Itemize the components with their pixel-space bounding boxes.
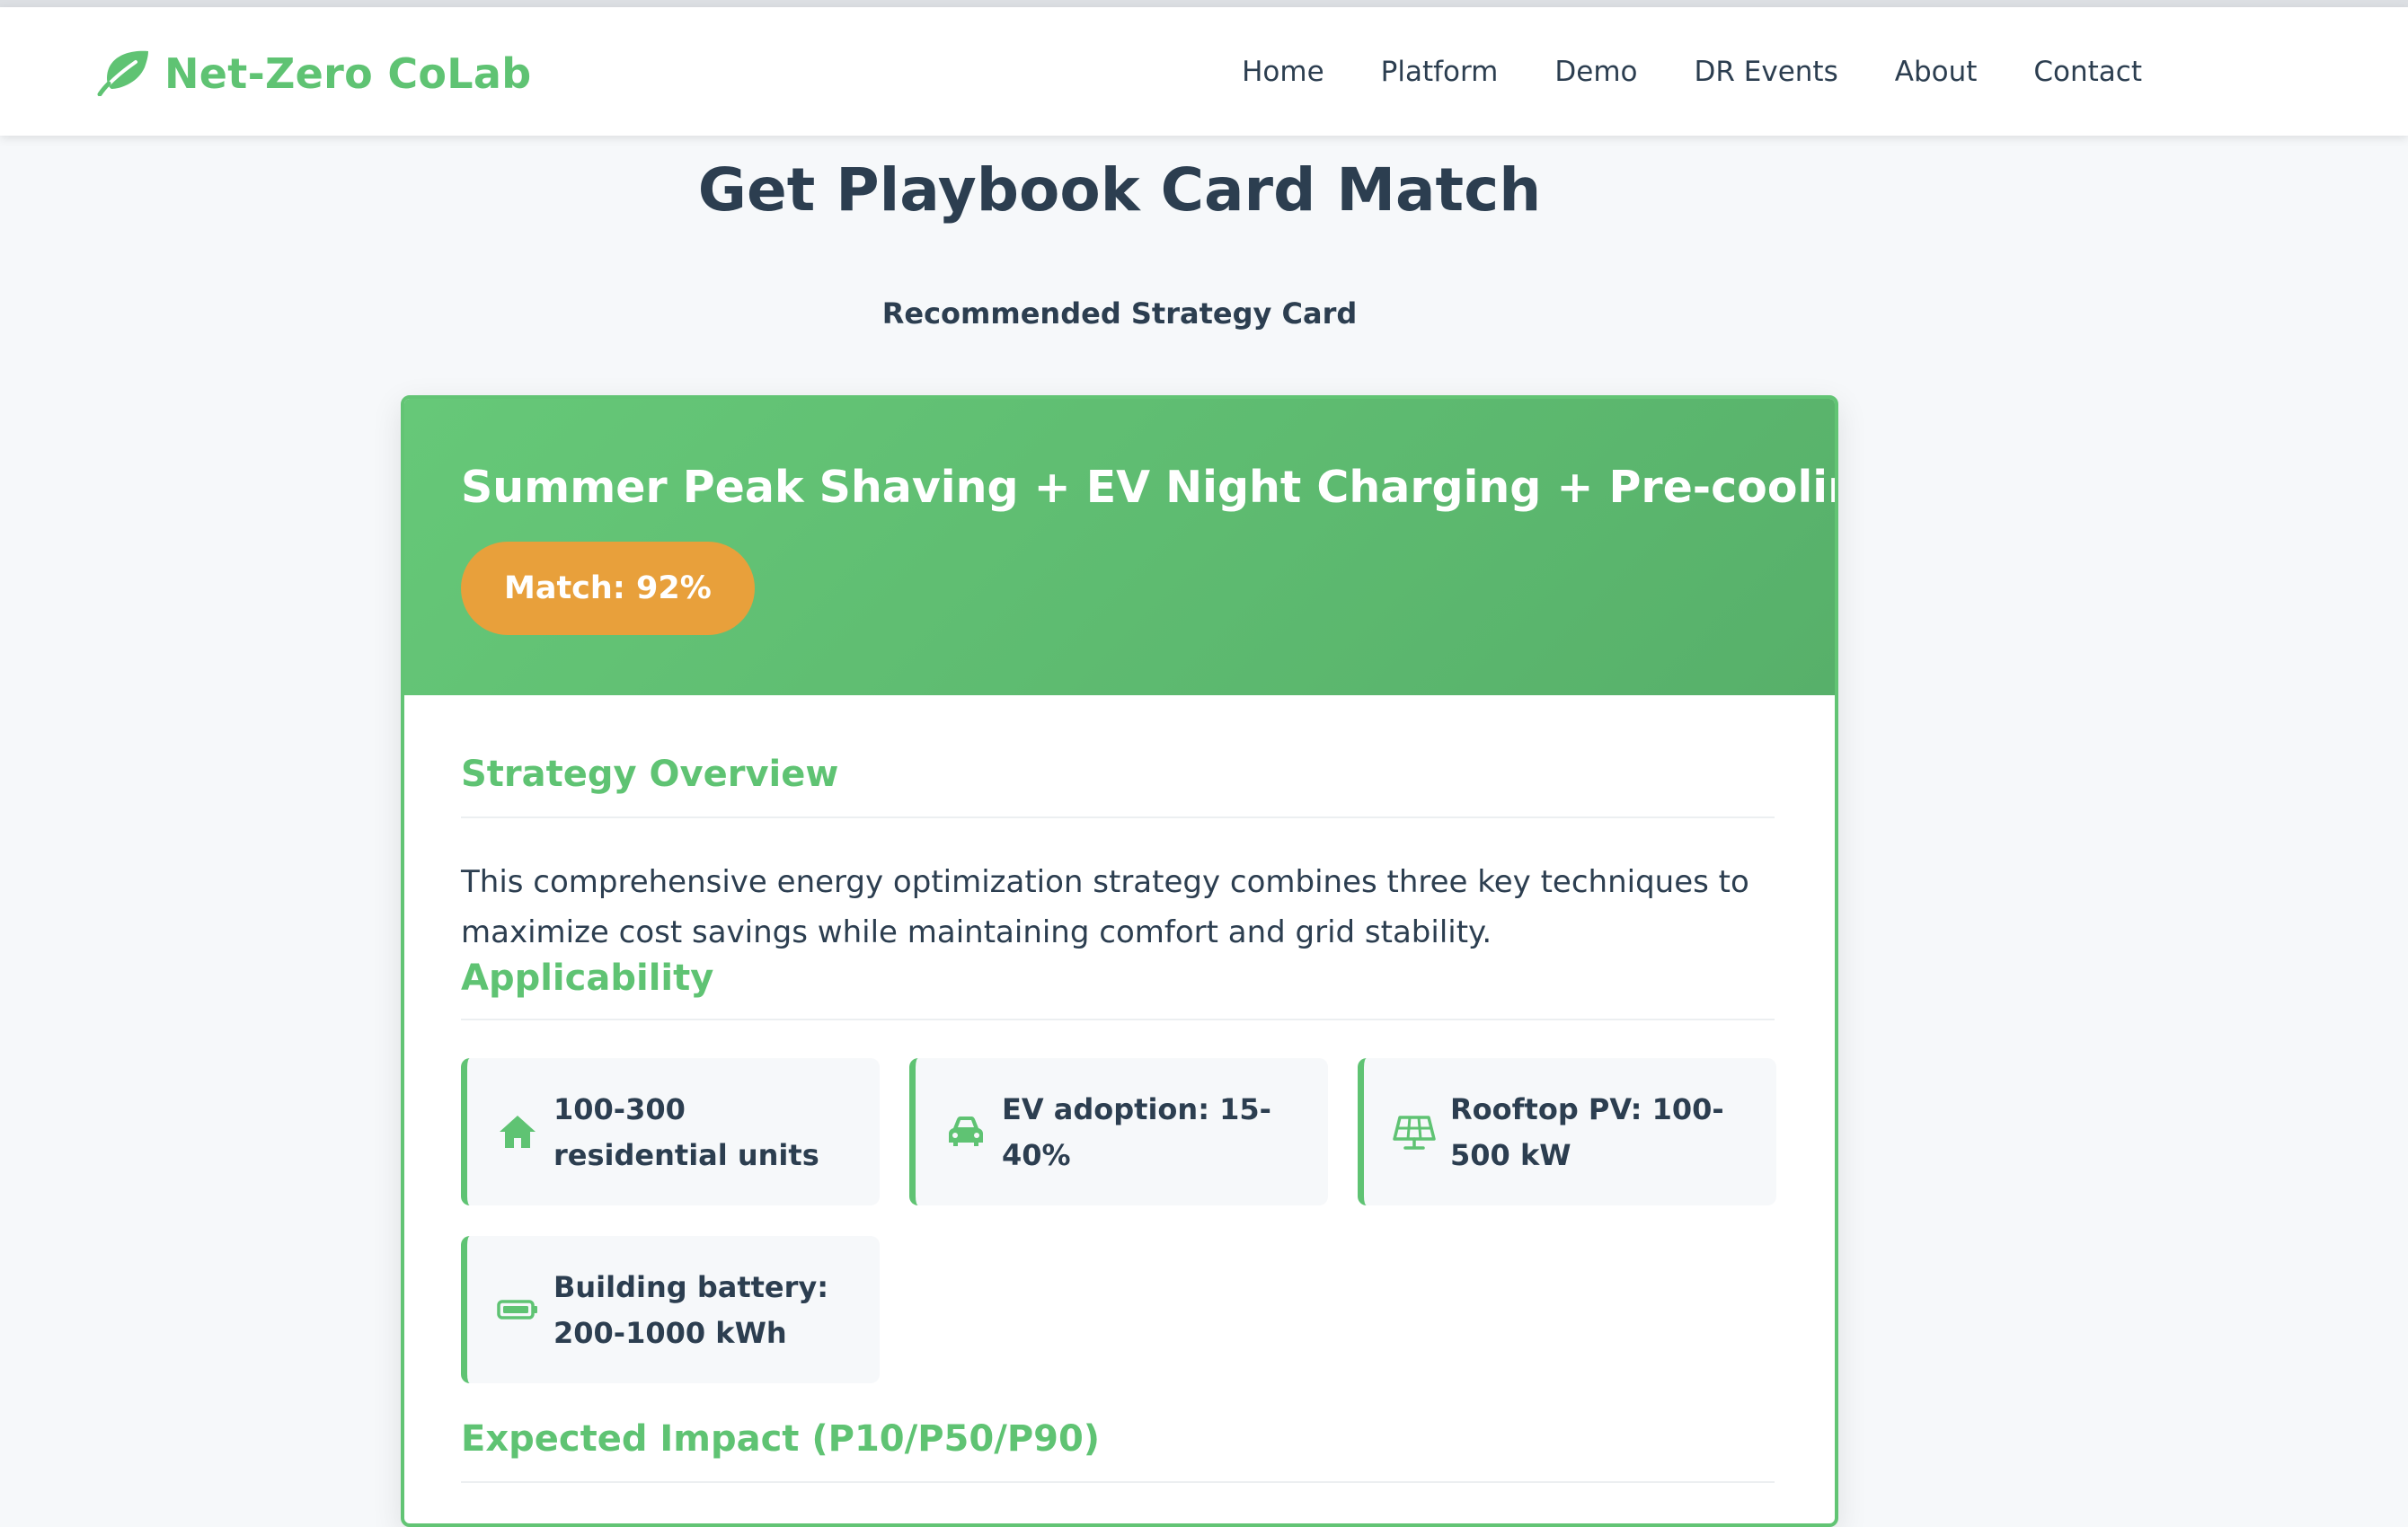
applicability-text: Rooftop PV: 100-500 kW [1450, 1092, 1724, 1172]
nav-about[interactable]: About [1895, 56, 1978, 88]
card-header: Summer Peak Shaving + EV Night Charging … [404, 399, 1835, 695]
applicability-text: EV adoption: 15-40% [1002, 1092, 1271, 1172]
page-subtitle: Recommended Strategy Card [881, 296, 1358, 331]
applicability-heading: Applicability [461, 958, 1775, 1020]
top-border [0, 0, 2408, 7]
applicability-text: Building battery: 200-1000 kWh [553, 1270, 829, 1350]
car-icon [944, 1110, 987, 1153]
main-nav: Home Platform Demo DR Events About Conta… [1242, 7, 2142, 136]
overview-heading: Strategy Overview [461, 754, 1775, 818]
page-title: Get Playbook Card Match [697, 155, 1542, 225]
match-badge: Match: 92% [461, 542, 755, 635]
impact-heading: Expected Impact (P10/P50/P90) [461, 1418, 1775, 1483]
applicability-item-battery: Building battery: 200-1000 kWh [461, 1236, 880, 1383]
nav-platform[interactable]: Platform [1381, 56, 1499, 88]
nav-home[interactable]: Home [1242, 56, 1324, 88]
applicability-text: 100-300 residential units [553, 1092, 819, 1172]
brand-name: Net-Zero CoLab [164, 49, 532, 98]
nav-dr-events[interactable]: DR Events [1695, 56, 1838, 88]
battery-icon [496, 1288, 539, 1331]
strategy-card: Summer Peak Shaving + EV Night Charging … [401, 395, 1838, 1527]
applicability-item-ev: EV adoption: 15-40% [909, 1058, 1328, 1205]
brand-logo[interactable]: Net-Zero CoLab [96, 47, 531, 101]
overview-text: This comprehensive energy optimization s… [461, 864, 1749, 950]
solar-panel-icon [1393, 1110, 1436, 1153]
card-title: Summer Peak Shaving + EV Night Charging … [461, 462, 1838, 513]
applicability-item-units: 100-300 residential units [461, 1058, 880, 1205]
leaf-icon [96, 48, 164, 100]
applicability-item-pv: Rooftop PV: 100-500 kW [1358, 1058, 1776, 1205]
home-icon [496, 1110, 539, 1153]
nav-contact[interactable]: Contact [2033, 56, 2142, 88]
nav-demo[interactable]: Demo [1554, 56, 1637, 88]
navbar: Net-Zero CoLab Home Platform Demo DR Eve… [0, 7, 2408, 136]
